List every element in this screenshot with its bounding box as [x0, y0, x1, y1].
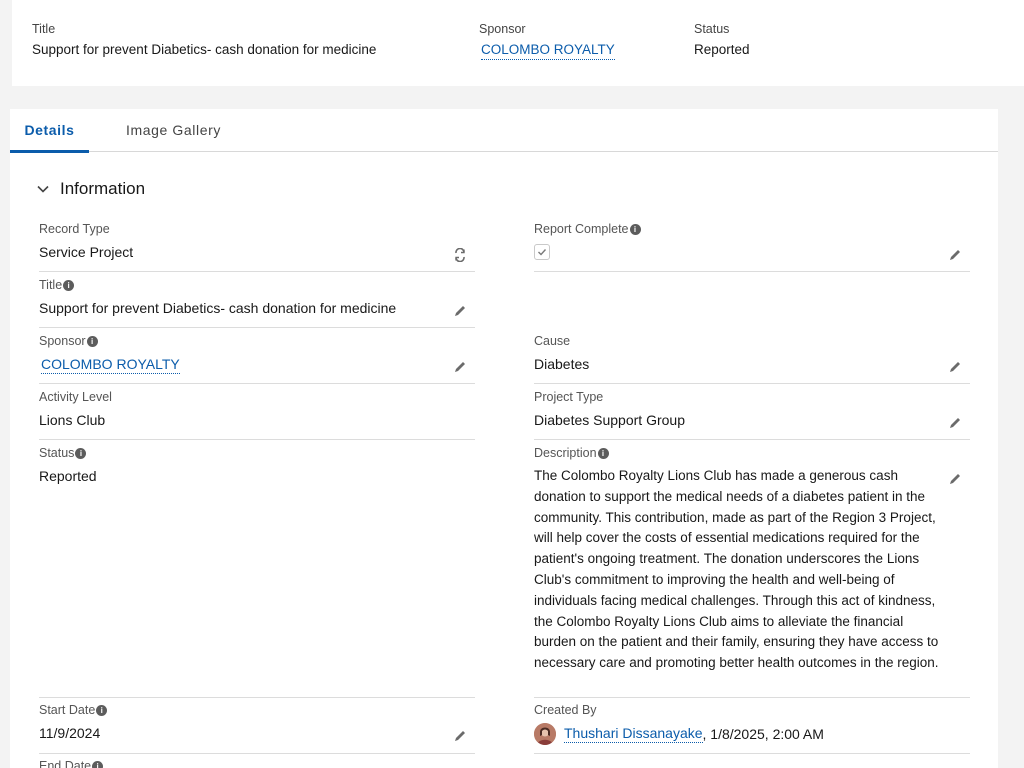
- field-activity-level: Activity Level Lions Club: [39, 390, 475, 440]
- end-date-label: End Date: [39, 759, 92, 768]
- info-icon[interactable]: i: [63, 279, 75, 291]
- pencil-icon[interactable]: [948, 416, 962, 430]
- highlights-panel: Title Support for prevent Diabetics- cas…: [12, 0, 1024, 86]
- field-cause: Cause Diabetes: [534, 334, 970, 384]
- status-label: Status: [39, 446, 75, 460]
- highlight-status-label: Status: [694, 22, 730, 36]
- highlight-title-value: Support for prevent Diabetics- cash dona…: [32, 42, 377, 57]
- start-date-label: Start Date: [39, 703, 96, 717]
- cause-value: Diabetes: [534, 356, 590, 372]
- activity-level-value: Lions Club: [39, 412, 106, 428]
- project-type-label: Project Type: [534, 390, 604, 404]
- info-icon[interactable]: i: [92, 760, 104, 768]
- info-icon[interactable]: i: [629, 223, 641, 235]
- report-complete-label: Report Complete: [534, 222, 629, 236]
- pencil-icon[interactable]: [948, 248, 962, 262]
- description-label: Description: [534, 446, 597, 460]
- highlight-sponsor: Sponsor COLOMBO ROYALTY: [479, 22, 615, 60]
- highlight-sponsor-label: Sponsor: [479, 22, 526, 36]
- change-record-type-icon[interactable]: [453, 248, 467, 262]
- field-sponsor: Sponsor i COLOMBO ROYALTY: [39, 334, 475, 384]
- title-value: Support for prevent Diabetics- cash dona…: [39, 300, 397, 316]
- section-title: Information: [60, 179, 146, 198]
- info-icon[interactable]: i: [597, 447, 609, 459]
- title-label: Title: [39, 278, 63, 292]
- field-status: Status i Reported: [39, 446, 475, 698]
- section-information-header[interactable]: Information: [36, 177, 145, 201]
- start-date-value: 11/9/2024: [39, 725, 101, 741]
- highlight-sponsor-link[interactable]: COLOMBO ROYALTY: [481, 42, 615, 60]
- record-type-label: Record Type: [39, 222, 110, 236]
- field-report-complete: Report Complete i: [534, 222, 970, 272]
- created-by-label: Created By: [534, 703, 597, 717]
- highlight-title-label: Title: [32, 22, 56, 36]
- details-card: Details Image Gallery Information Record…: [10, 109, 998, 768]
- highlight-status: Status Reported: [694, 22, 750, 57]
- avatar[interactable]: [534, 723, 556, 745]
- field-record-type: Record Type Service Project: [39, 222, 475, 272]
- pencil-icon[interactable]: [453, 360, 467, 374]
- project-type-value: Diabetes Support Group: [534, 412, 685, 428]
- chevron-down-icon: [37, 185, 49, 193]
- field-title: Title i Support for prevent Diabetics- ca…: [39, 278, 475, 328]
- info-icon[interactable]: i: [96, 704, 108, 716]
- tab-details[interactable]: Details: [10, 109, 89, 153]
- check-icon: [538, 249, 547, 256]
- info-icon[interactable]: i: [86, 335, 98, 347]
- activity-level-label: Activity Level: [39, 390, 112, 404]
- cause-label: Cause: [534, 334, 571, 348]
- created-by-user-link[interactable]: Thushari Dissanayake: [564, 725, 703, 743]
- status-value: Reported: [39, 468, 97, 484]
- field-description: Description i The Colombo Royalty Lions C…: [534, 446, 970, 698]
- tab-image-gallery[interactable]: Image Gallery: [126, 109, 221, 152]
- pencil-icon[interactable]: [453, 729, 467, 743]
- report-complete-checkbox: [534, 244, 550, 260]
- info-icon[interactable]: i: [75, 447, 87, 459]
- field-start-date: Start Date i 11/9/2024: [39, 703, 475, 754]
- pencil-icon[interactable]: [453, 304, 467, 318]
- pencil-icon[interactable]: [948, 360, 962, 374]
- tab-bar: Details Image Gallery: [10, 109, 998, 153]
- field-end-date: End Date i: [39, 759, 475, 768]
- highlight-title: Title Support for prevent Diabetics- cas…: [32, 22, 376, 57]
- sponsor-link[interactable]: COLOMBO ROYALTY: [41, 356, 180, 374]
- highlight-status-value: Reported: [694, 42, 750, 57]
- sponsor-label: Sponsor: [39, 334, 86, 348]
- field-project-type: Project Type Diabetes Support Group: [534, 390, 970, 440]
- record-type-value: Service Project: [39, 244, 134, 260]
- description-value: The Colombo Royalty Lions Club has made …: [534, 468, 939, 671]
- field-created-by: Created By Thushari Dissanayake , 1/8/20…: [534, 703, 970, 754]
- created-by-timestamp: , 1/8/2025, 2:00 AM: [702, 726, 824, 742]
- pencil-icon[interactable]: [948, 472, 962, 486]
